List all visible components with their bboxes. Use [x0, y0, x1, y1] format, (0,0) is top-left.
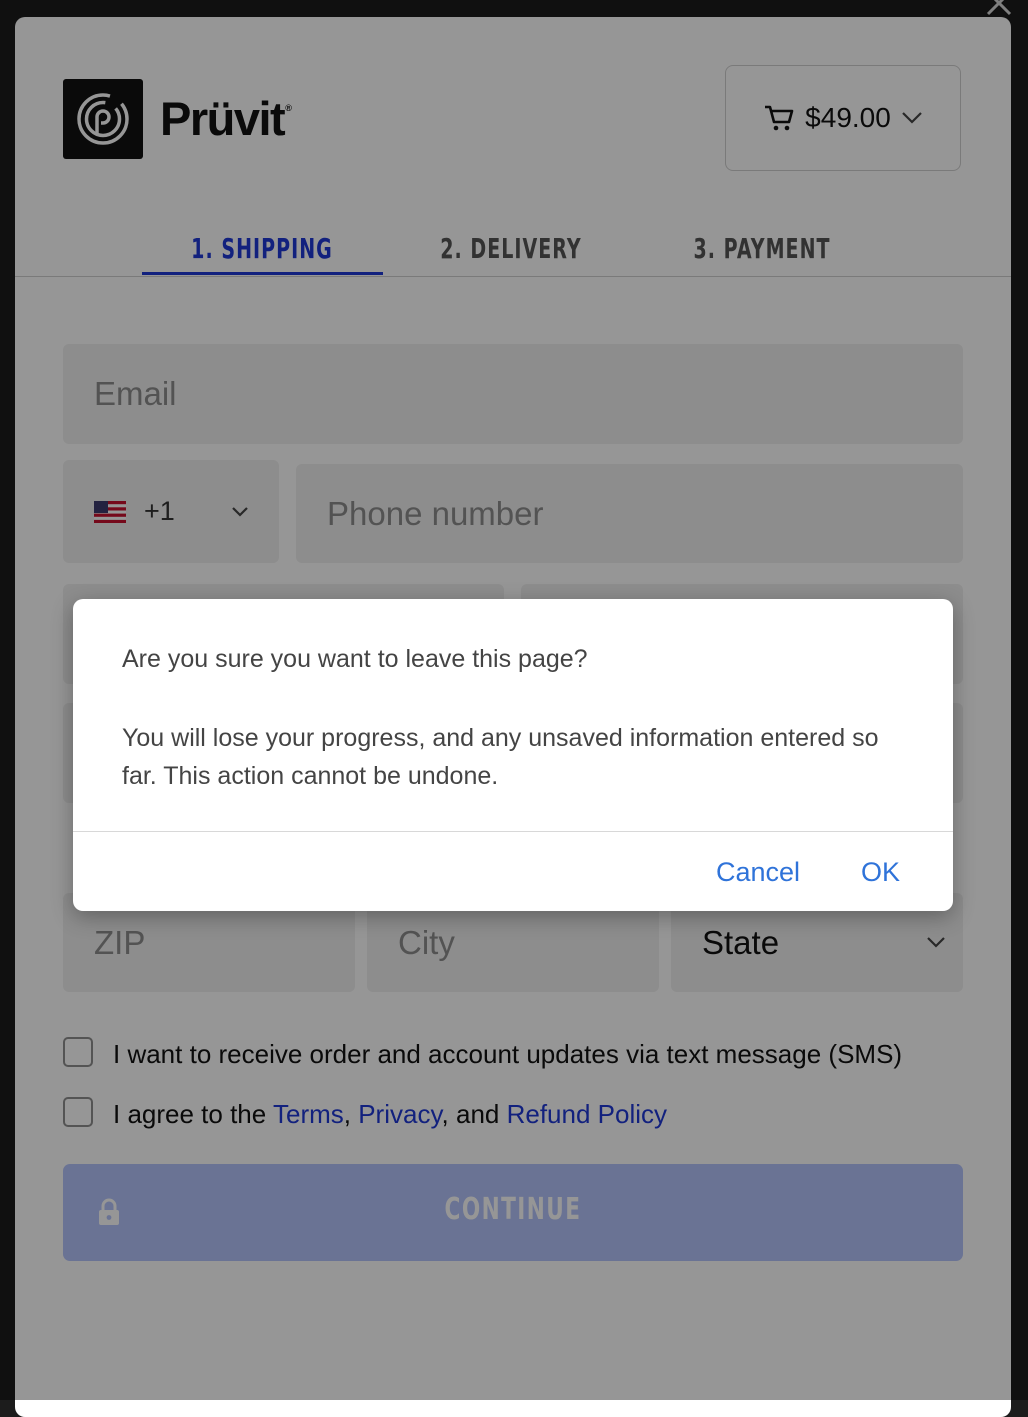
- cancel-button[interactable]: Cancel: [716, 857, 800, 888]
- ok-button[interactable]: OK: [861, 857, 900, 888]
- dialog-question: Are you sure you want to leave this page…: [122, 645, 588, 673]
- dialog-message: You will lose your progress, and any uns…: [122, 724, 879, 790]
- leave-page-dialog: Are you sure you want to leave this page…: [73, 599, 953, 911]
- dialog-divider: [73, 831, 953, 832]
